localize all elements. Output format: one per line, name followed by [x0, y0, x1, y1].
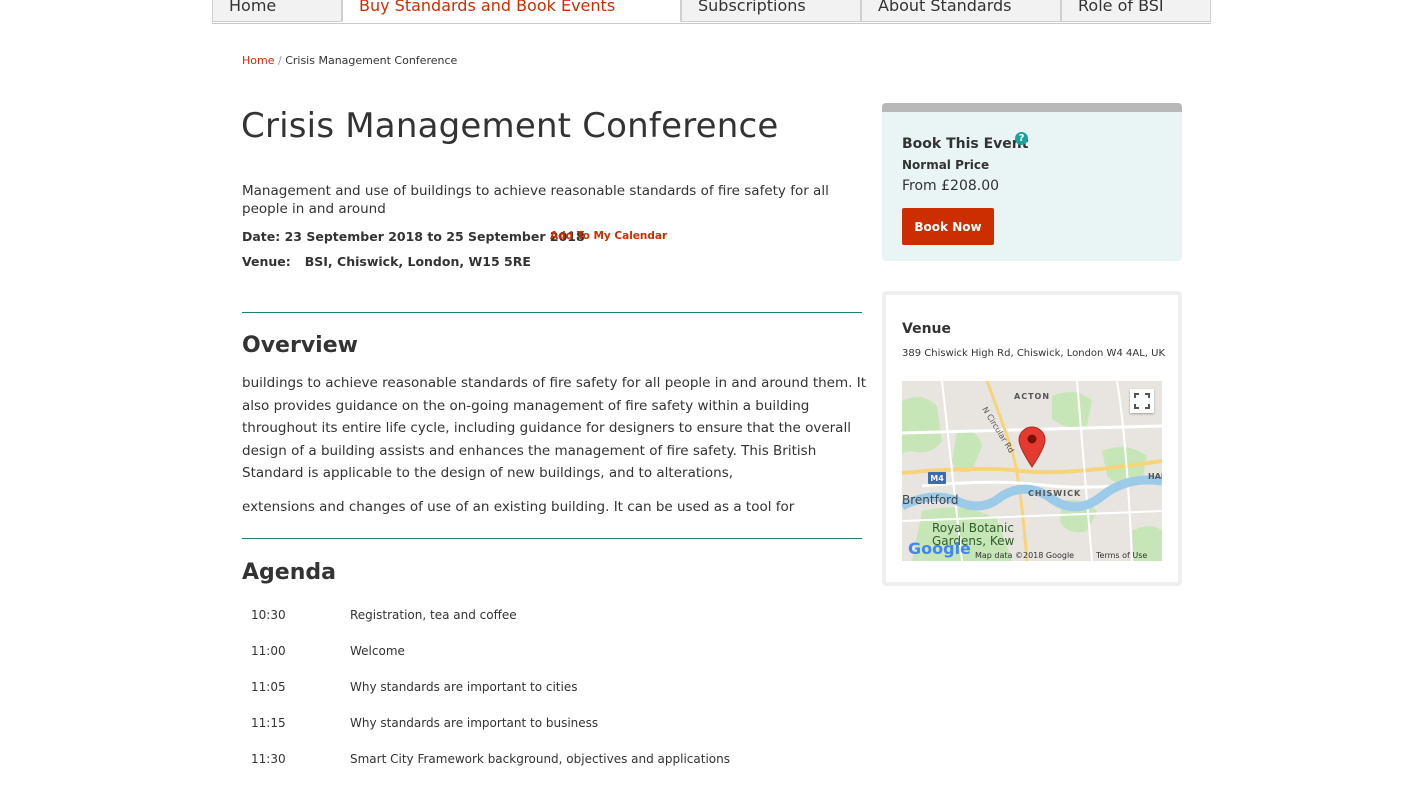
help-icon[interactable]: ?: [1015, 132, 1028, 145]
map-label-brentford: Brentford: [902, 493, 959, 507]
map-label-kew-1: Royal Botanic: [932, 521, 1014, 535]
overview-paragraph: buildings to achieve reasonable standard…: [242, 375, 866, 481]
agenda-description: Why standards are important to business: [350, 716, 599, 730]
fullscreen-icon[interactable]: [1130, 389, 1154, 413]
agenda-time: 11:05: [251, 680, 286, 694]
agenda-time: 10:30: [251, 608, 286, 622]
breadcrumb-home-link[interactable]: Home: [242, 54, 274, 67]
nav-tab-buy-standards[interactable]: Buy Standards and Book Events: [342, 0, 681, 22]
nav-tab-role-of-bsi[interactable]: Role of BSI: [1061, 0, 1211, 22]
event-date: Date: 23 September 2018 to 25 September …: [242, 229, 585, 244]
map-graphic: ACTON N Circular Rd M4 Brentford CHISWIC…: [902, 381, 1162, 561]
price-value: From £208.00: [902, 178, 1000, 194]
breadcrumb: Home / Crisis Management Conference: [242, 54, 457, 67]
add-to-calendar-link[interactable]: Add To My Calendar: [550, 230, 667, 242]
book-now-button[interactable]: Book Now: [902, 208, 994, 245]
agenda-description: Why standards are important to cities: [350, 680, 578, 694]
breadcrumb-separator: /: [274, 54, 286, 67]
booking-panel-topbar: [882, 103, 1182, 112]
divider: [242, 538, 862, 539]
venue-panel: Venue 389 Chiswick High Rd, Chiswick, Lo…: [882, 291, 1182, 586]
price-label: Normal Price: [902, 158, 990, 172]
map-label-ham: HAM: [1148, 472, 1162, 481]
venue-value: BSI, Chiswick, London, W15 5RE: [304, 254, 531, 269]
booking-title: Book This Event: [902, 136, 1029, 152]
nav-tab-about-standards[interactable]: About Standards: [861, 0, 1061, 22]
overview-paragraph-continued: extensions and changes of use of an exis…: [242, 499, 795, 515]
overview-heading: Overview: [242, 333, 358, 358]
event-venue-row: Venue: BSI, Chiswick, London, W15 5RE: [242, 254, 531, 269]
map-attribution: Map data ©2018 Google: [975, 551, 1074, 560]
page-title: Crisis Management Conference: [241, 106, 779, 146]
divider: [242, 312, 862, 313]
main-navigation: Home Buy Standards and Book Events Subsc…: [212, 0, 1211, 24]
breadcrumb-current: Crisis Management Conference: [285, 54, 458, 67]
nav-tab-home[interactable]: Home: [212, 0, 342, 22]
map-terms-link[interactable]: Terms of Use: [1095, 551, 1147, 560]
venue-label: Venue:: [242, 254, 291, 269]
agenda-time: 11:30: [251, 752, 286, 766]
map-label-chiswick: CHISWICK: [1028, 489, 1081, 498]
venue-title: Venue: [902, 321, 951, 337]
event-description: Management and use of buildings to achie…: [242, 183, 829, 217]
map-label-m4: M4: [930, 474, 944, 483]
agenda-time: 11:15: [251, 716, 286, 730]
agenda-description: Registration, tea and coffee: [350, 608, 517, 622]
venue-address: 389 Chiswick High Rd, Chiswick, London W…: [902, 348, 1165, 359]
agenda-time: 11:00: [251, 644, 286, 658]
map-label-acton: ACTON: [1014, 392, 1050, 401]
agenda-description: Smart City Framework background, objecti…: [350, 752, 730, 766]
venue-map[interactable]: ACTON N Circular Rd M4 Brentford CHISWIC…: [902, 381, 1162, 561]
booking-panel: Book This Event ? Normal Price From £208…: [882, 103, 1182, 261]
google-logo: Google: [908, 539, 971, 558]
nav-tab-subscriptions[interactable]: Subscriptions: [681, 0, 861, 22]
agenda-heading: Agenda: [242, 560, 336, 585]
agenda-description: Welcome: [350, 644, 405, 658]
